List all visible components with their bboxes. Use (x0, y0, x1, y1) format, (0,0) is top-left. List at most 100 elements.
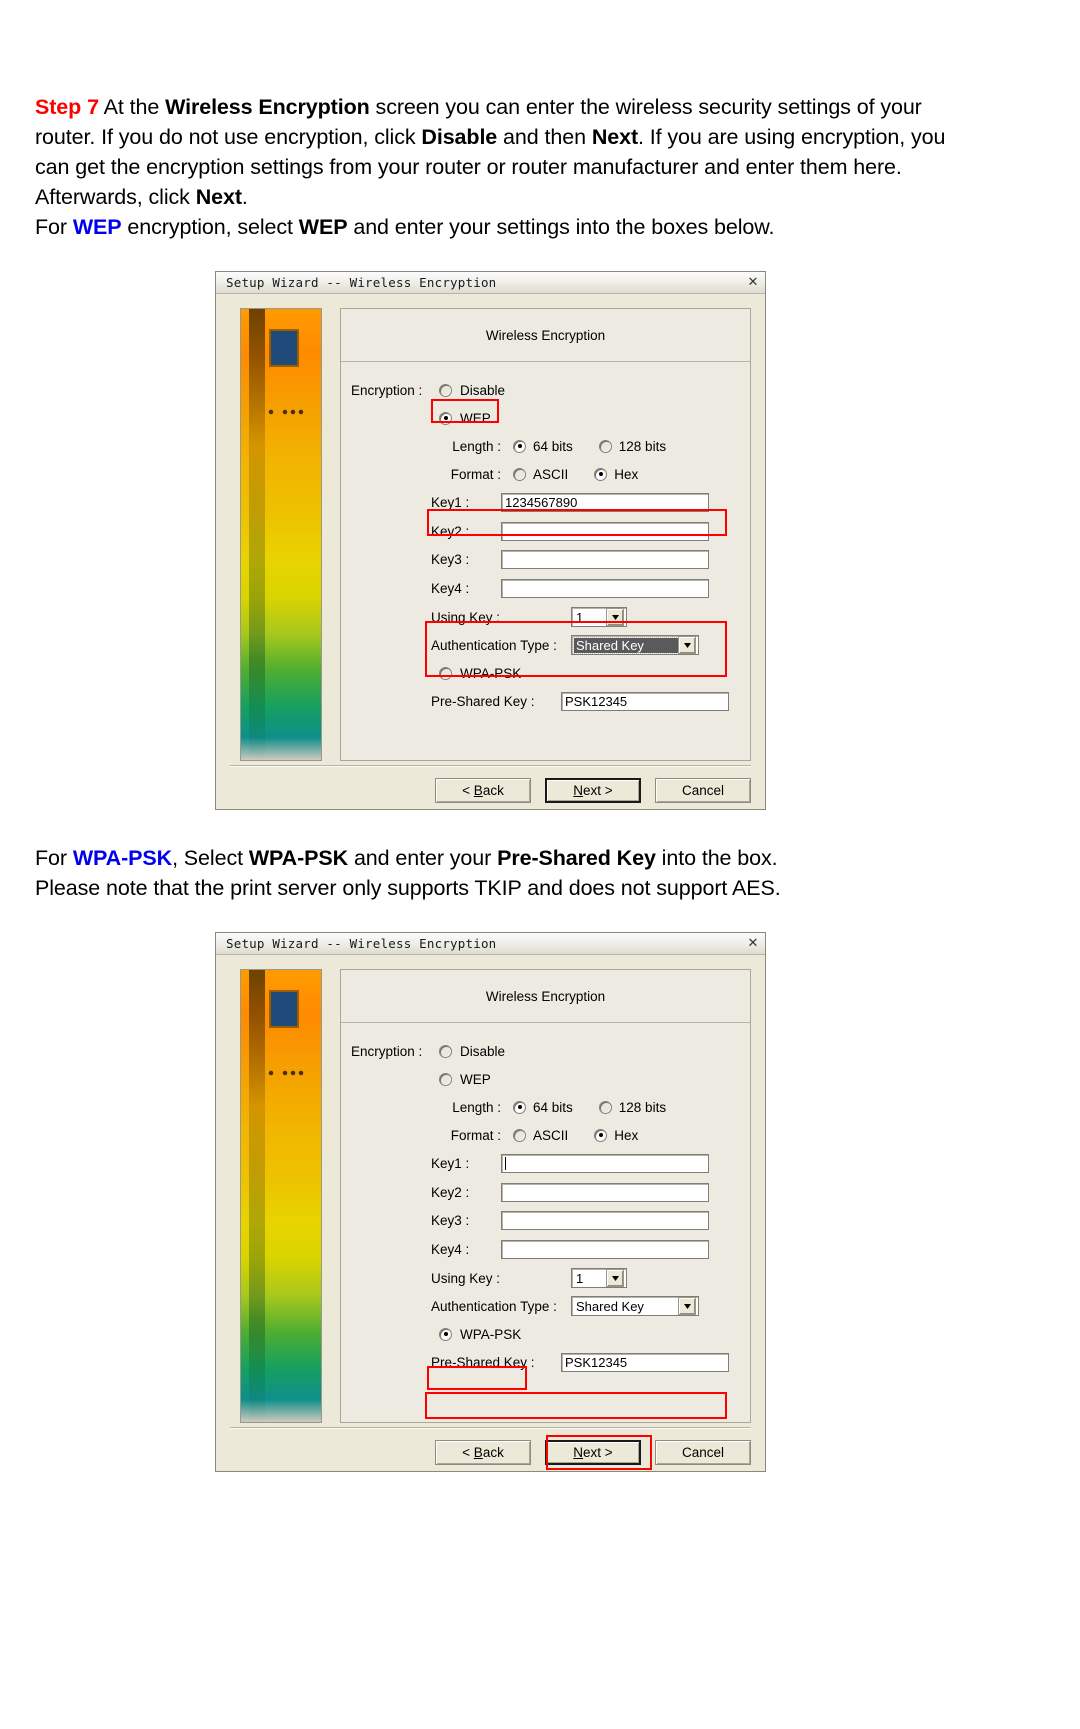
footer-divider (230, 765, 751, 767)
radio-wep[interactable] (439, 411, 452, 425)
key3-input[interactable] (501, 1210, 709, 1230)
auth-type-dropdown[interactable]: Shared Key (571, 635, 699, 655)
close-icon[interactable]: ✕ (745, 275, 761, 290)
radio-disable[interactable] (439, 383, 452, 397)
radio-wpa-psk-label: WPA-PSK (460, 665, 522, 681)
encryption-wep-row: WEP (351, 1065, 740, 1093)
wpa-text-5: Please note that the print server only s… (35, 876, 781, 900)
wpa-text-3: and enter your (348, 846, 498, 870)
using-key-value: 1 (576, 609, 584, 625)
encryption-wpa-psk-row: WPA-PSK (351, 659, 740, 687)
auth-type-dropdown[interactable]: Shared Key (571, 1296, 699, 1316)
auth-type-label: Authentication Type : (431, 637, 557, 653)
key4-input[interactable] (501, 578, 709, 598)
radio-length-128-label: 128 bits (618, 438, 667, 454)
radio-format-ascii[interactable] (513, 1128, 526, 1142)
wpa-psk-emphasis: WPA-PSK (72, 846, 173, 870)
pre-shared-key-input[interactable]: PSK12345 (561, 1352, 729, 1372)
radio-length-128[interactable] (598, 1100, 612, 1114)
key3-row: Key3 : (351, 1206, 740, 1234)
key3-label: Key3 : (431, 1212, 470, 1228)
step7-bold-next-2: Next (195, 185, 242, 209)
using-key-label: Using Key : (431, 1270, 501, 1286)
wpa-text-1: For (35, 846, 73, 870)
encryption-disable-row: Encryption : Disable (351, 1037, 740, 1065)
key4-input[interactable] (501, 1239, 709, 1259)
key3-row: Key3 : (351, 545, 740, 573)
radio-wep-label: WEP (460, 410, 491, 426)
radio-wpa-psk[interactable] (439, 1327, 452, 1341)
key1-row: Key1 : (351, 1149, 740, 1178)
radio-wpa-psk[interactable] (439, 666, 452, 680)
pre-shared-key-row: Pre-Shared Key : PSK12345 (351, 687, 740, 715)
length-label: Length : (452, 438, 501, 454)
key4-label: Key4 : (431, 580, 470, 596)
radio-wep[interactable] (439, 1072, 452, 1086)
wep-emphasis: WEP (72, 215, 122, 239)
dialog-body: Wireless Encryption Encryption : Disable… (216, 955, 765, 1471)
using-key-row: Using Key : 1 (351, 1264, 740, 1292)
radio-length-64[interactable] (513, 1100, 526, 1114)
key1-row: Key1 : 1234567890 (351, 488, 740, 517)
radio-format-ascii[interactable] (513, 467, 526, 481)
next-button[interactable]: Next > (545, 1440, 641, 1465)
format-label: Format : (450, 1127, 501, 1143)
radio-format-hex[interactable] (594, 467, 608, 481)
encryption-disable-row: Encryption : Disable (351, 376, 740, 404)
back-button[interactable]: < Back (435, 778, 531, 803)
step7-text-8: and enter your settings into the boxes b… (347, 215, 775, 239)
dialog-title: Setup Wizard -- Wireless Encryption (226, 936, 497, 951)
wpa-text-2: , Select (172, 846, 249, 870)
key1-input[interactable] (501, 1154, 709, 1173)
wpa-bold-pre-shared-key: Pre-Shared Key (497, 846, 656, 870)
dialog-button-row: < Back Next > Cancel (435, 778, 751, 803)
using-key-row: Using Key : 1 (351, 603, 740, 631)
key3-input[interactable] (501, 549, 709, 569)
wpa-bold-wpa-psk: WPA-PSK (248, 846, 349, 870)
chevron-down-icon[interactable] (606, 1269, 624, 1287)
setup-wizard-dialog-wep[interactable]: Setup Wizard -- Wireless Encryption ✕ Wi… (215, 271, 766, 810)
key2-input[interactable] (501, 521, 709, 541)
radio-format-ascii-label: ASCII (533, 466, 569, 482)
chevron-down-icon[interactable] (678, 1297, 696, 1315)
pre-shared-key-input[interactable]: PSK12345 (561, 691, 729, 711)
artwork-dots-decoration (267, 407, 307, 417)
key2-input[interactable] (501, 1182, 709, 1202)
next-button[interactable]: Next > (545, 778, 641, 803)
text-caret (505, 1157, 506, 1170)
step7-bold-disable: Disable (421, 125, 498, 149)
chevron-down-icon[interactable] (606, 608, 624, 626)
close-icon[interactable]: ✕ (745, 936, 761, 951)
dialog-titlebar[interactable]: Setup Wizard -- Wireless Encryption ✕ (216, 272, 765, 294)
setup-wizard-dialog-wpa-psk[interactable]: Setup Wizard -- Wireless Encryption ✕ Wi… (215, 932, 766, 1472)
radio-disable[interactable] (439, 1044, 452, 1058)
pre-shared-key-label: Pre-Shared Key : (431, 1354, 535, 1370)
wpa-text-4: into the box. (655, 846, 778, 870)
radio-disable-label: Disable (460, 382, 506, 398)
key1-label: Key1 : (431, 495, 470, 510)
cancel-button[interactable]: Cancel (655, 1440, 751, 1465)
group-title: Wireless Encryption (341, 970, 750, 1023)
key1-input[interactable]: 1234567890 (501, 493, 709, 512)
cancel-button[interactable]: Cancel (655, 778, 751, 803)
back-button[interactable]: < Back (435, 1440, 531, 1465)
footer-divider (230, 1427, 751, 1429)
dialog-titlebar[interactable]: Setup Wizard -- Wireless Encryption ✕ (216, 933, 765, 955)
key4-label: Key4 : (431, 1241, 470, 1257)
using-key-dropdown[interactable]: 1 (571, 1268, 627, 1288)
using-key-value: 1 (576, 1270, 584, 1286)
step7-paragraph: Step 7 At the Wireless Encryption screen… (35, 92, 965, 242)
length-row: Length : 64 bits 128 bits (351, 432, 740, 460)
radio-length-128[interactable] (598, 439, 612, 453)
using-key-dropdown[interactable]: 1 (571, 607, 627, 627)
radio-format-hex-label: Hex (614, 466, 639, 482)
auth-type-value: Shared Key (573, 636, 679, 654)
encryption-label: Encryption : (351, 382, 423, 398)
radio-format-hex[interactable] (594, 1128, 608, 1142)
using-key-label: Using Key : (431, 609, 501, 625)
auth-type-row: Authentication Type : Shared Key (351, 1292, 740, 1320)
chevron-down-icon[interactable] (678, 636, 696, 654)
key2-row: Key2 : (351, 517, 740, 545)
key1-label: Key1 : (431, 1156, 470, 1171)
radio-length-64[interactable] (513, 439, 526, 453)
